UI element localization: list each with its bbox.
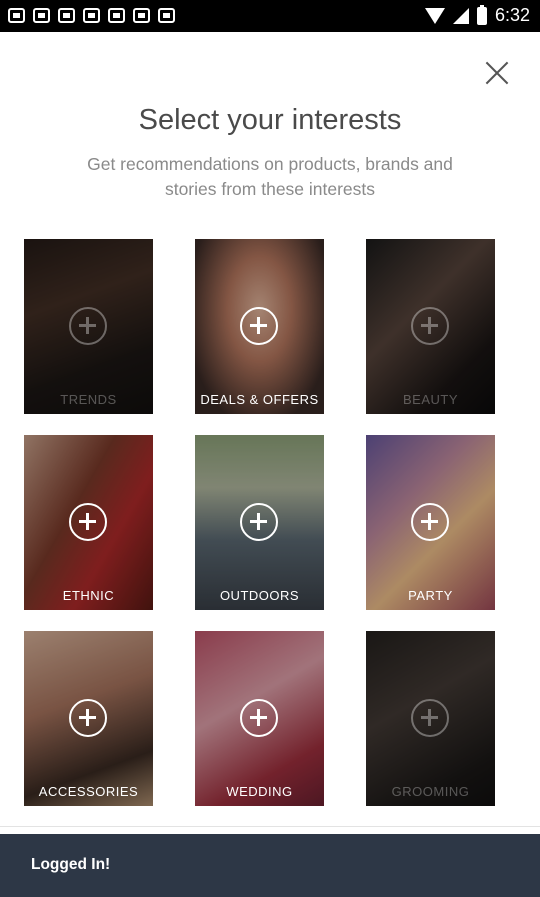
add-icon[interactable] [69,503,107,541]
interest-label: ACCESSORIES [38,784,139,799]
divider [0,826,540,827]
interest-tile-ethnic[interactable]: ETHNIC [24,435,153,610]
add-icon[interactable] [69,699,107,737]
interest-label: GROOMING [391,784,470,799]
interests-grid: TRENDS DEALS & OFFERS BEAUTY ETHNIC OUTD… [24,239,496,806]
interest-tile-wedding[interactable]: WEDDING [195,631,324,806]
battery-icon [476,4,487,25]
notification-area [8,8,175,23]
clock: 6:32 [494,5,530,25]
close-icon[interactable] [480,56,514,90]
notification-icon [58,8,75,23]
wifi-icon [424,7,445,24]
snackbar-message: Logged In! [31,856,111,873]
interest-tile-outdoors[interactable]: OUTDOORS [195,435,324,610]
notification-icon [133,8,150,23]
add-icon[interactable] [411,307,449,345]
add-icon[interactable] [240,699,278,737]
status-bar: 6:32 [0,0,540,32]
interest-label: TRENDS [60,392,117,407]
interest-label: PARTY [408,588,453,603]
system-icons: 6:32 [424,4,530,26]
interest-tile-grooming[interactable]: GROOMING [366,631,495,806]
interest-tile-trends[interactable]: TRENDS [24,239,153,414]
interest-label: ETHNIC [62,588,115,603]
interest-tile-beauty[interactable]: BEAUTY [366,239,495,414]
interest-tile-accessories[interactable]: ACCESSORIES [24,631,153,806]
signal-icon [452,7,469,24]
interest-label: WEDDING [226,784,293,799]
logged-in-snackbar: Logged In! [0,834,540,897]
page-title: Select your interests [138,104,402,136]
notification-icon [33,8,50,23]
add-icon[interactable] [240,307,278,345]
notification-icon [83,8,100,23]
add-icon[interactable] [69,307,107,345]
interest-label: OUTDOORS [219,588,300,603]
add-icon[interactable] [411,699,449,737]
interest-tile-party[interactable]: PARTY [366,435,495,610]
interest-label: BEAUTY [402,392,458,407]
notification-icon [108,8,125,23]
add-icon[interactable] [411,503,449,541]
page-subtitle: Get recommendations on products, brands … [87,154,453,199]
notification-icon [158,8,175,23]
add-icon[interactable] [240,503,278,541]
notification-icon [8,8,25,23]
interest-label: DEALS & OFFERS [200,392,319,407]
interest-tile-deals-offers[interactable]: DEALS & OFFERS [195,239,324,414]
